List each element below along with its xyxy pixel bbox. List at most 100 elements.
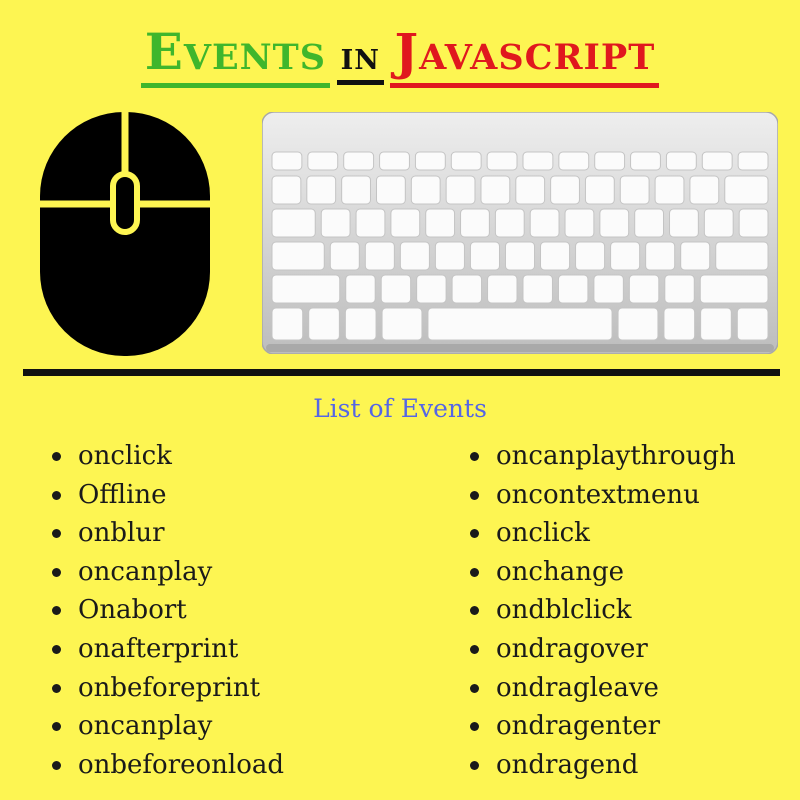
keyboard-key <box>345 274 376 304</box>
list-item: Offline <box>52 476 284 515</box>
keyboard-key <box>617 307 659 341</box>
keyboard-key <box>738 208 769 238</box>
keyboard-key <box>494 208 525 238</box>
keyboard-key <box>669 208 699 238</box>
keyboard-key <box>329 241 360 271</box>
keyboard-key <box>380 274 412 304</box>
keyboard-key <box>575 241 606 271</box>
keyboard-key <box>564 208 595 238</box>
keyboard-key <box>680 241 711 271</box>
keyboard-key <box>416 274 447 304</box>
list-item: onafterprint <box>52 630 284 669</box>
keyboard-key <box>610 241 641 271</box>
keyboard-key <box>480 175 511 205</box>
keyboard-key <box>558 151 590 171</box>
list-item: onbeforeonload <box>52 746 284 785</box>
keyboard-key <box>540 241 571 271</box>
keyboard-key <box>271 175 302 205</box>
keyboard-key <box>355 208 386 238</box>
keyboard-key <box>375 175 406 205</box>
keyboard-key <box>550 175 580 205</box>
keyboard-key <box>271 274 341 304</box>
list-item: onchange <box>470 553 736 592</box>
keyboard-key <box>399 241 430 271</box>
keyboard-key <box>699 274 769 304</box>
keyboard-key <box>736 307 769 341</box>
keyboard-key <box>584 175 615 205</box>
section-divider <box>23 369 780 376</box>
list-heading: List of Events <box>313 394 487 423</box>
keyboard-key <box>306 175 337 205</box>
events-list-right: oncanplaythrough oncontextmenu onclick o… <box>470 437 736 784</box>
keyboard-key <box>630 151 661 171</box>
computer-mouse-icon <box>40 112 210 356</box>
keyboard-key <box>703 208 734 238</box>
keyboard-key <box>271 307 304 341</box>
keyboard-key <box>593 274 624 304</box>
keyboard-key <box>654 175 685 205</box>
keyboard-key <box>504 241 536 271</box>
keyboard-key <box>460 208 490 238</box>
keyboard-key <box>634 208 665 238</box>
keyboard-key <box>628 274 660 304</box>
list-item: onbeforeprint <box>52 669 284 708</box>
keyboard-key <box>450 151 482 171</box>
keyboard-key <box>599 208 630 238</box>
keyboard-key <box>381 307 423 341</box>
keyboard-key <box>343 151 375 171</box>
title-word-javascript: Javascript <box>390 22 660 88</box>
keyboard-key <box>308 307 340 341</box>
list-item: oncanplay <box>52 707 284 746</box>
keyboard-key <box>701 151 733 171</box>
list-item: ondragenter <box>470 707 736 746</box>
keyboard-key <box>320 208 351 238</box>
keyboard-key <box>715 241 769 271</box>
keyboard-key <box>619 175 650 205</box>
keyboard-key <box>737 151 769 171</box>
keyboard-key <box>529 208 560 238</box>
keyboard-key <box>689 175 720 205</box>
keyboard-key <box>663 307 696 341</box>
keyboard-keys <box>271 151 769 341</box>
list-item: onclick <box>470 514 736 553</box>
keyboard-key <box>344 307 377 341</box>
keyboard-key <box>364 241 395 271</box>
title-word-events: Events <box>140 22 330 88</box>
keyboard-key <box>434 241 465 271</box>
keyboard-key <box>487 274 518 304</box>
keyboard-key <box>379 151 410 171</box>
keyboard-key <box>451 274 483 304</box>
list-item: ondragleave <box>470 669 736 708</box>
keyboard-key <box>724 175 769 205</box>
keyboard-key <box>427 307 613 341</box>
keyboard-key <box>664 274 695 304</box>
keyboard-key <box>522 151 554 171</box>
keyboard-key <box>594 151 626 171</box>
list-item: oncanplaythrough <box>470 437 736 476</box>
list-item: oncanplay <box>52 553 284 592</box>
keyboard-key <box>414 151 446 171</box>
keyboard-key <box>486 151 518 171</box>
list-item: ondblclick <box>470 591 736 630</box>
keyboard-key <box>307 151 339 171</box>
keyboard-key <box>341 175 371 205</box>
title-word-in: in <box>336 33 384 85</box>
list-item: Onabort <box>52 591 284 630</box>
list-item: ondragend <box>470 746 736 785</box>
keyboard-key <box>271 151 303 171</box>
list-item: onclick <box>52 437 284 476</box>
keyboard-key <box>271 241 325 271</box>
keyboard-key <box>700 307 732 341</box>
list-item: ondragover <box>470 630 736 669</box>
page-title: Events in Javascript <box>0 22 800 88</box>
keyboard-key <box>271 208 316 238</box>
keyboard-icon <box>262 112 778 354</box>
keyboard-key <box>469 241 500 271</box>
events-list-left: onclick Offline onblur oncanplay Onabort… <box>52 437 284 784</box>
keyboard-key <box>645 241 676 271</box>
list-item: oncontextmenu <box>470 476 736 515</box>
list-item: onblur <box>52 514 284 553</box>
keyboard-key <box>445 175 476 205</box>
keyboard-key <box>522 274 553 304</box>
keyboard-key <box>557 274 589 304</box>
